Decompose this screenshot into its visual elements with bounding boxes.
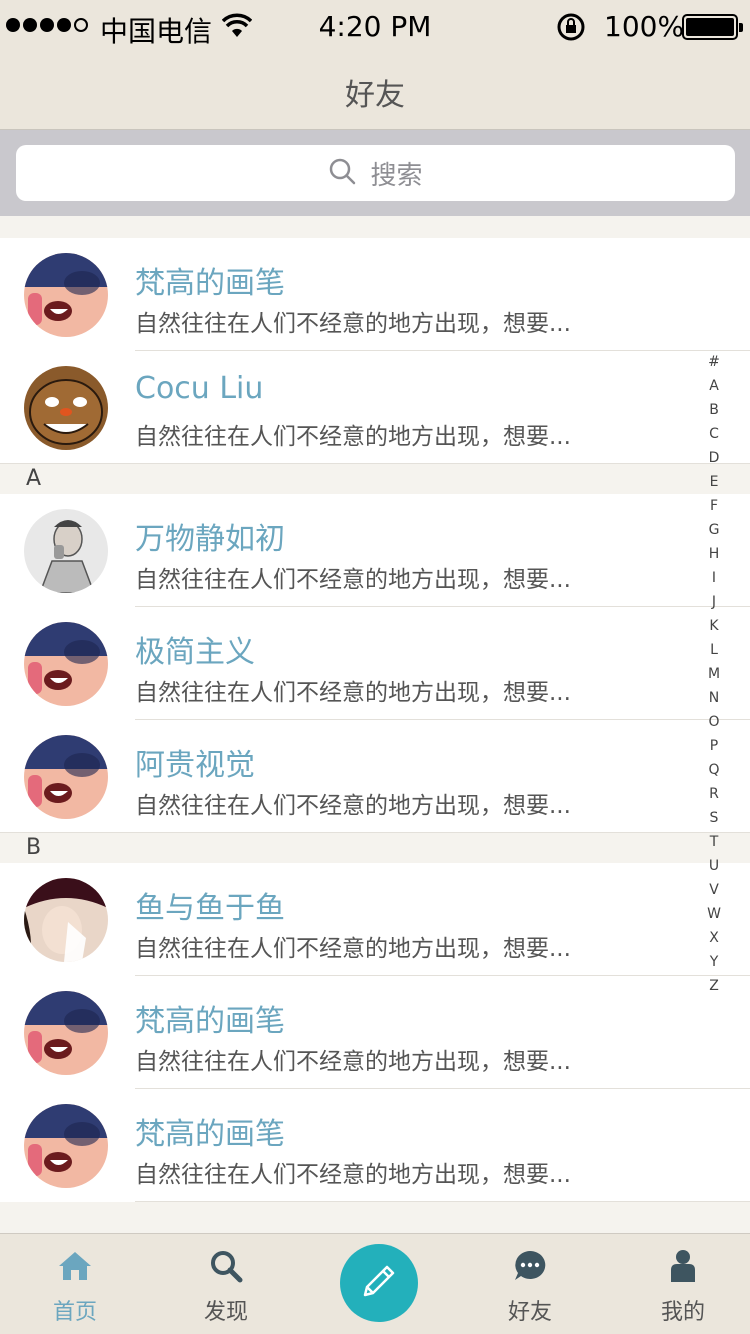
contact-name: 阿贵视觉 bbox=[135, 748, 255, 783]
contact-message: 自然往往在人们不经意的地方出现，想要... bbox=[135, 424, 571, 450]
index-letter[interactable]: Q bbox=[700, 758, 728, 782]
contact-row[interactable]: 鱼与鱼于鱼 自然往往在人们不经意的地方出现，想要... bbox=[0, 863, 750, 976]
pencil-icon bbox=[357, 1259, 401, 1307]
tab-label: 好友 bbox=[507, 1300, 552, 1325]
section-letter: B bbox=[26, 835, 42, 860]
index-letter[interactable]: S bbox=[700, 806, 728, 830]
index-letter[interactable]: Z bbox=[700, 974, 728, 998]
tab-label: 我的 bbox=[660, 1300, 705, 1325]
tab-me[interactable]: 我的 bbox=[608, 1234, 750, 1334]
index-letter[interactable]: A bbox=[700, 374, 728, 398]
index-letter[interactable]: R bbox=[700, 782, 728, 806]
index-letter[interactable]: V bbox=[700, 878, 728, 902]
search-area: 搜索 bbox=[0, 130, 750, 216]
contact-message: 自然往往在人们不经意的地方出现，想要... bbox=[135, 793, 571, 819]
tab-friends[interactable]: 好友 bbox=[455, 1234, 605, 1334]
avatar bbox=[24, 878, 108, 962]
index-letter[interactable]: U bbox=[700, 854, 728, 878]
alphabet-index[interactable]: # A B C D E F G H I J K L M N O P Q R S T U V W X Y Z bbox=[700, 350, 728, 998]
contact-message: 自然往往在人们不经意的地方出现，想要... bbox=[135, 936, 571, 962]
compose-button[interactable] bbox=[340, 1244, 418, 1322]
avatar bbox=[24, 253, 108, 337]
contact-row[interactable]: 梵高的画笔 自然往往在人们不经意的地方出现，想要... bbox=[0, 976, 750, 1089]
contact-message: 自然往往在人们不经意的地方出现，想要... bbox=[135, 1049, 571, 1075]
rotation-lock-icon bbox=[556, 12, 586, 46]
tab-label: 发现 bbox=[203, 1300, 248, 1325]
avatar bbox=[24, 991, 108, 1075]
search-input[interactable]: 搜索 bbox=[16, 145, 735, 201]
search-icon bbox=[328, 157, 356, 189]
contact-row[interactable]: 阿贵视觉 自然往往在人们不经意的地方出现，想要... bbox=[0, 720, 750, 833]
contact-message: 自然往往在人们不经意的地方出现，想要... bbox=[135, 1162, 571, 1188]
contact-row[interactable]: Cocu Liu 自然往往在人们不经意的地方出现，想要... bbox=[0, 351, 750, 464]
index-letter[interactable]: J bbox=[700, 590, 728, 614]
contact-message: 自然往往在人们不经意的地方出现，想要... bbox=[135, 680, 571, 706]
index-letter[interactable]: M bbox=[700, 662, 728, 686]
index-letter[interactable]: B bbox=[700, 398, 728, 422]
tab-home[interactable]: 首页 bbox=[0, 1234, 150, 1334]
index-letter[interactable]: # bbox=[700, 350, 728, 374]
contact-name: 梵高的画笔 bbox=[135, 1004, 285, 1039]
contact-message: 自然往往在人们不经意的地方出现，想要... bbox=[135, 567, 571, 593]
contact-row[interactable]: 万物静如初 自然往往在人们不经意的地方出现，想要... bbox=[0, 494, 750, 607]
section-letter: A bbox=[26, 466, 42, 491]
avatar bbox=[24, 366, 108, 450]
index-letter[interactable]: I bbox=[700, 566, 728, 590]
nav-bar: 好友 bbox=[0, 54, 750, 130]
contact-name: 万物静如初 bbox=[135, 522, 285, 557]
index-letter[interactable]: N bbox=[700, 686, 728, 710]
index-letter[interactable]: L bbox=[700, 638, 728, 662]
contact-name: 极简主义 bbox=[135, 635, 255, 670]
home-icon bbox=[57, 1248, 93, 1288]
contact-row[interactable]: 梵高的画笔 自然往往在人们不经意的地方出现，想要... bbox=[0, 1089, 750, 1202]
index-letter[interactable]: K bbox=[700, 614, 728, 638]
search-icon bbox=[208, 1248, 244, 1288]
chat-bubble-icon bbox=[512, 1248, 548, 1288]
section-header: A bbox=[0, 464, 750, 494]
contact-name: Cocu Liu bbox=[135, 371, 264, 406]
index-letter[interactable]: D bbox=[700, 446, 728, 470]
search-placeholder: 搜索 bbox=[370, 160, 423, 191]
tab-label: 首页 bbox=[52, 1300, 97, 1325]
contact-name: 梵高的画笔 bbox=[135, 266, 285, 301]
battery-icon bbox=[682, 14, 743, 40]
section-header: B bbox=[0, 833, 750, 863]
contact-list: 梵高的画笔 自然往往在人们不经意的地方出现，想要... Cocu Liu 自然往… bbox=[0, 216, 750, 1202]
contact-message: 自然往往在人们不经意的地方出现，想要... bbox=[135, 311, 571, 337]
index-letter[interactable]: H bbox=[700, 542, 728, 566]
index-letter[interactable]: G bbox=[700, 518, 728, 542]
battery-percent: 100% bbox=[604, 10, 685, 43]
contact-name: 梵高的画笔 bbox=[135, 1117, 285, 1152]
person-icon bbox=[665, 1248, 701, 1288]
index-letter[interactable]: O bbox=[700, 710, 728, 734]
index-letter[interactable]: T bbox=[700, 830, 728, 854]
index-letter[interactable]: Y bbox=[700, 950, 728, 974]
avatar bbox=[24, 622, 108, 706]
avatar bbox=[24, 735, 108, 819]
status-bar: 中国电信 4:20 PM 100% bbox=[0, 0, 750, 54]
tab-discover[interactable]: 发现 bbox=[151, 1234, 301, 1334]
avatar bbox=[24, 1104, 108, 1188]
contact-name: 鱼与鱼于鱼 bbox=[135, 891, 285, 926]
contact-row[interactable]: 梵高的画笔 自然往往在人们不经意的地方出现，想要... bbox=[0, 238, 750, 351]
index-letter[interactable]: C bbox=[700, 422, 728, 446]
avatar bbox=[24, 509, 108, 593]
index-letter[interactable]: F bbox=[700, 494, 728, 518]
contact-row[interactable]: 极简主义 自然往往在人们不经意的地方出现，想要... bbox=[0, 607, 750, 720]
index-letter[interactable]: W bbox=[700, 902, 728, 926]
index-letter[interactable]: X bbox=[700, 926, 728, 950]
index-letter[interactable]: P bbox=[700, 734, 728, 758]
page-title: 好友 bbox=[345, 78, 405, 113]
tab-bar: 首页 发现 好友 我的 bbox=[0, 1233, 750, 1334]
index-letter[interactable]: E bbox=[700, 470, 728, 494]
